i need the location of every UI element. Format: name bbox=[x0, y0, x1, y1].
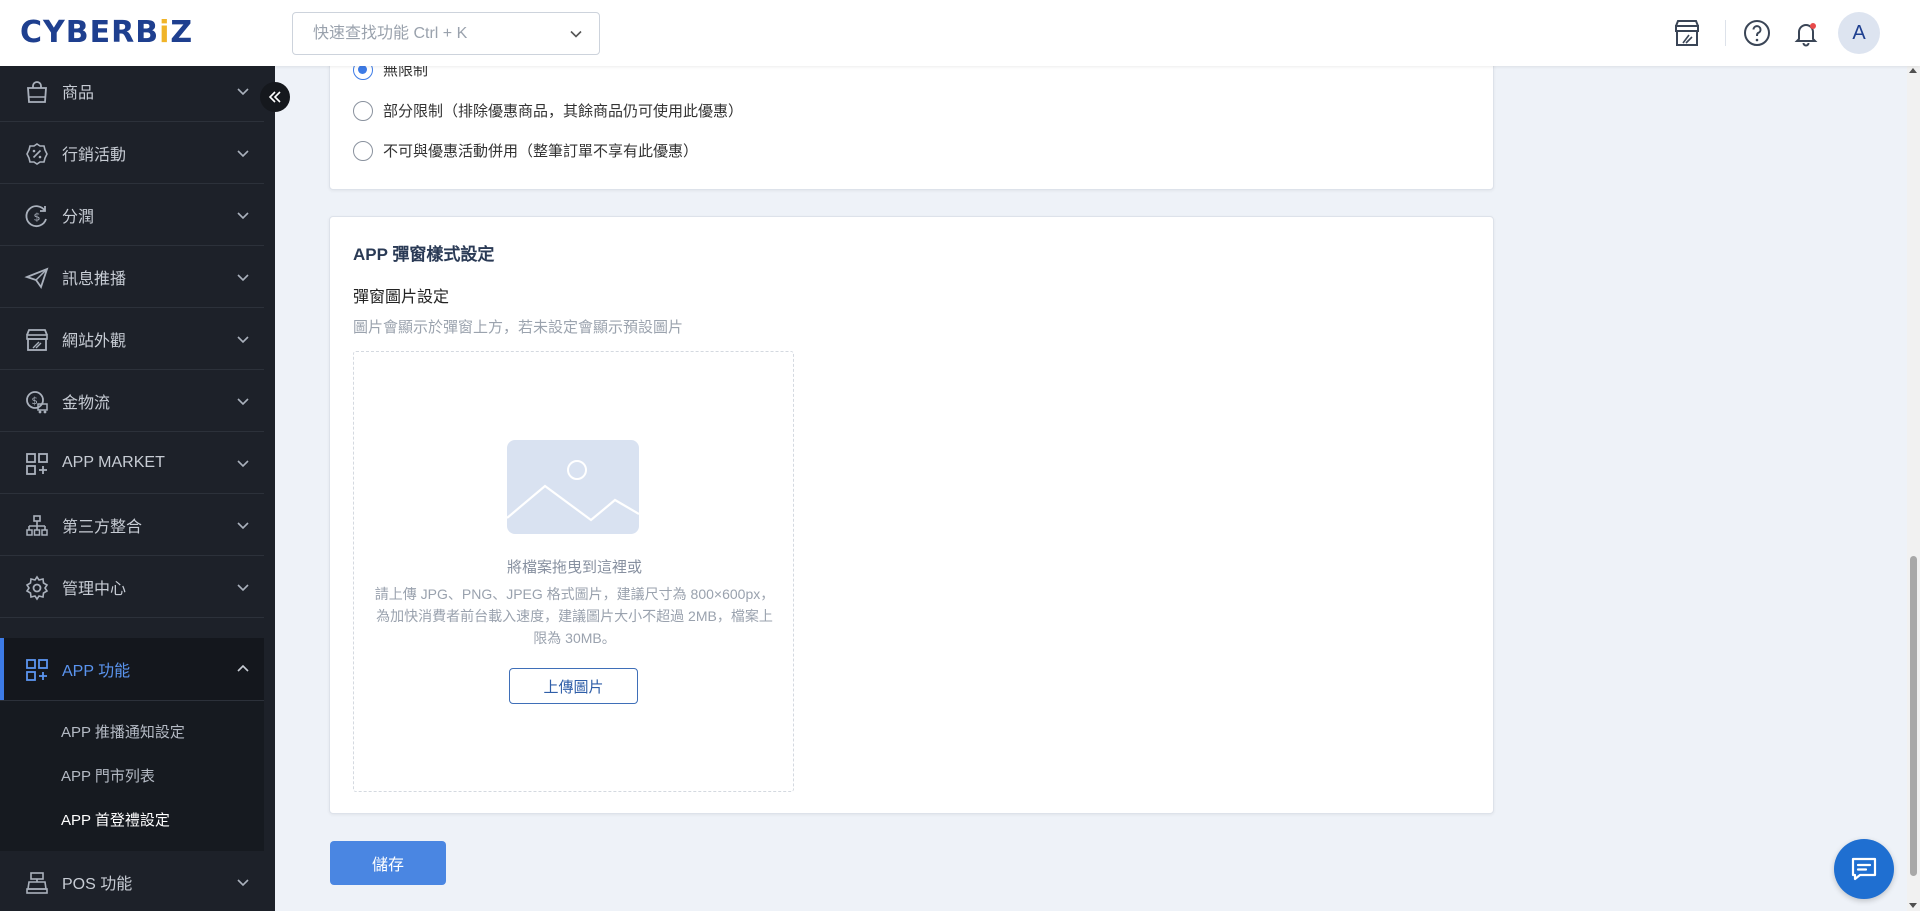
chevron-down-icon bbox=[237, 522, 249, 530]
sidebar-edge bbox=[264, 66, 275, 911]
drop-description: 請上傳 JPG、PNG、JPEG 格式圖片，建議尺寸為 800×600px，為加… bbox=[374, 586, 775, 646]
sidebar-submenu: APP 推播通知設定 APP 門市列表 APP 首登禮設定 bbox=[0, 701, 264, 851]
sidebar-item-label: 管理中心 bbox=[62, 580, 127, 598]
sidebar-item-marketing[interactable]: 行銷活動 bbox=[0, 122, 264, 184]
double-chevron-left-icon bbox=[268, 91, 281, 103]
chevron-down-icon bbox=[237, 274, 249, 282]
image-placeholder-icon bbox=[507, 440, 639, 534]
chevron-down-icon bbox=[237, 398, 249, 406]
storefront-icon bbox=[26, 329, 48, 351]
shopping-bag-icon bbox=[27, 81, 47, 103]
sidebar-subitem-push-settings[interactable]: APP 推播通知設定 bbox=[61, 721, 185, 742]
sidebar-item-push-messages[interactable]: 訊息推播 bbox=[0, 246, 264, 308]
store-icon[interactable] bbox=[1671, 17, 1703, 49]
sidebar-item-label: 商品 bbox=[62, 84, 95, 102]
sidebar-item-label: 第三方整合 bbox=[62, 518, 143, 536]
scroll-thumb[interactable] bbox=[1910, 556, 1917, 876]
cash-register-icon bbox=[26, 872, 48, 894]
top-bar: CYBERBiZ A bbox=[0, 0, 1920, 66]
chat-support-button[interactable] bbox=[1834, 839, 1894, 899]
chevron-down-icon bbox=[237, 150, 249, 158]
limit-option-partial[interactable]: 部分限制（排除優惠商品，其餘商品仍可使用此優惠） bbox=[353, 100, 743, 121]
radio-button[interactable] bbox=[353, 140, 373, 161]
paper-plane-icon bbox=[24, 267, 49, 289]
svg-text:$: $ bbox=[32, 396, 38, 407]
drop-title: 將檔案拖曳到這裡或 bbox=[506, 559, 642, 576]
chevron-up-icon bbox=[237, 664, 249, 672]
field-label: 彈窗圖片設定 bbox=[353, 289, 450, 306]
sidebar-subitem-first-login-gift[interactable]: APP 首登禮設定 bbox=[61, 809, 170, 830]
integration-icon bbox=[26, 515, 48, 536]
sidebar-item-app-features[interactable]: APP 功能 bbox=[0, 638, 264, 701]
scroll-up-icon[interactable] bbox=[1909, 68, 1917, 73]
sidebar-item-commission[interactable]: $ 分潤 bbox=[0, 184, 264, 246]
feature-search[interactable] bbox=[292, 12, 600, 55]
chevron-down-icon bbox=[237, 584, 249, 592]
app-grid-plus-icon bbox=[26, 659, 48, 681]
field-hint: 圖片會顯示於彈窗上方，若未設定會顯示預設圖片 bbox=[353, 319, 684, 336]
sidebar-item-label: APP 功能 bbox=[62, 663, 131, 680]
avatar[interactable]: A bbox=[1838, 12, 1880, 54]
sidebar: 商品 行銷活動 $ 分潤 訊息推播 網站外觀 $ 金物流 APP MARKET … bbox=[0, 66, 264, 911]
sidebar-item-pos[interactable]: POS 功能 bbox=[0, 851, 264, 911]
image-dropzone[interactable]: 將檔案拖曳到這裡或 請上傳 JPG、PNG、JPEG 格式圖片，建議尺寸為 80… bbox=[353, 351, 794, 792]
sidebar-item-label: 金物流 bbox=[62, 394, 111, 412]
upload-image-button[interactable]: 上傳圖片 bbox=[509, 668, 638, 704]
discount-icon bbox=[26, 143, 48, 165]
sidebar-subitem-store-list[interactable]: APP 門市列表 bbox=[61, 765, 155, 786]
svg-text:$: $ bbox=[34, 211, 41, 224]
limit-option-no-combine[interactable]: 不可與優惠活動併用（整筆訂單不享有此優惠） bbox=[353, 140, 698, 161]
card-title: APP 彈窗樣式設定 bbox=[353, 245, 495, 264]
sidebar-item-app-market[interactable]: APP MARKET bbox=[0, 432, 264, 494]
scroll-down-icon[interactable] bbox=[1909, 903, 1917, 908]
sidebar-item-third-party[interactable]: 第三方整合 bbox=[0, 494, 264, 556]
sidebar-item-products[interactable]: 商品 bbox=[0, 66, 264, 122]
save-button[interactable]: 儲存 bbox=[330, 841, 446, 885]
chevron-down-icon bbox=[237, 336, 249, 344]
bell-icon[interactable] bbox=[1790, 17, 1822, 49]
chevron-down-icon bbox=[237, 879, 249, 887]
chevron-down-icon bbox=[237, 88, 249, 96]
chevron-down-icon bbox=[237, 460, 249, 468]
gear-icon bbox=[25, 575, 49, 601]
collapse-sidebar-button[interactable] bbox=[260, 82, 290, 112]
header-divider bbox=[1725, 20, 1726, 46]
feature-search-input[interactable] bbox=[293, 13, 553, 54]
app-grid-plus-icon bbox=[26, 453, 48, 475]
sidebar-item-label: 行銷活動 bbox=[62, 146, 127, 164]
chevron-down-icon bbox=[237, 212, 249, 220]
page-scrollbar[interactable] bbox=[1907, 66, 1920, 911]
sidebar-item-label: 訊息推播 bbox=[62, 270, 127, 288]
radio-label: 部分限制（排除優惠商品，其餘商品仍可使用此優惠） bbox=[383, 103, 744, 120]
sidebar-item-label: POS 功能 bbox=[62, 875, 133, 893]
help-icon[interactable] bbox=[1741, 17, 1773, 49]
sidebar-item-label: APP MARKET bbox=[62, 453, 165, 471]
radio-button[interactable] bbox=[353, 100, 373, 121]
chevron-down-icon[interactable] bbox=[567, 25, 585, 43]
sidebar-item-label: 分潤 bbox=[62, 208, 95, 226]
app-popup-style-card: APP 彈窗樣式設定 彈窗圖片設定 圖片會顯示於彈窗上方，若未設定會顯示預設圖片… bbox=[329, 216, 1494, 814]
sidebar-item-label: 網站外觀 bbox=[62, 332, 127, 350]
radio-label: 不可與優惠活動併用（整筆訂單不享有此優惠） bbox=[383, 143, 699, 160]
sidebar-item-site-appearance[interactable]: 網站外觀 bbox=[0, 308, 264, 370]
dollar-cycle-icon: $ bbox=[25, 205, 47, 228]
logo[interactable]: CYBERBiZ bbox=[20, 15, 193, 50]
sidebar-item-payment-logistics[interactable]: $ 金物流 bbox=[0, 370, 264, 432]
logistics-icon: $ bbox=[26, 391, 48, 414]
sidebar-item-admin-center[interactable]: 管理中心 bbox=[0, 556, 264, 618]
chat-bubble-icon bbox=[1851, 857, 1877, 881]
